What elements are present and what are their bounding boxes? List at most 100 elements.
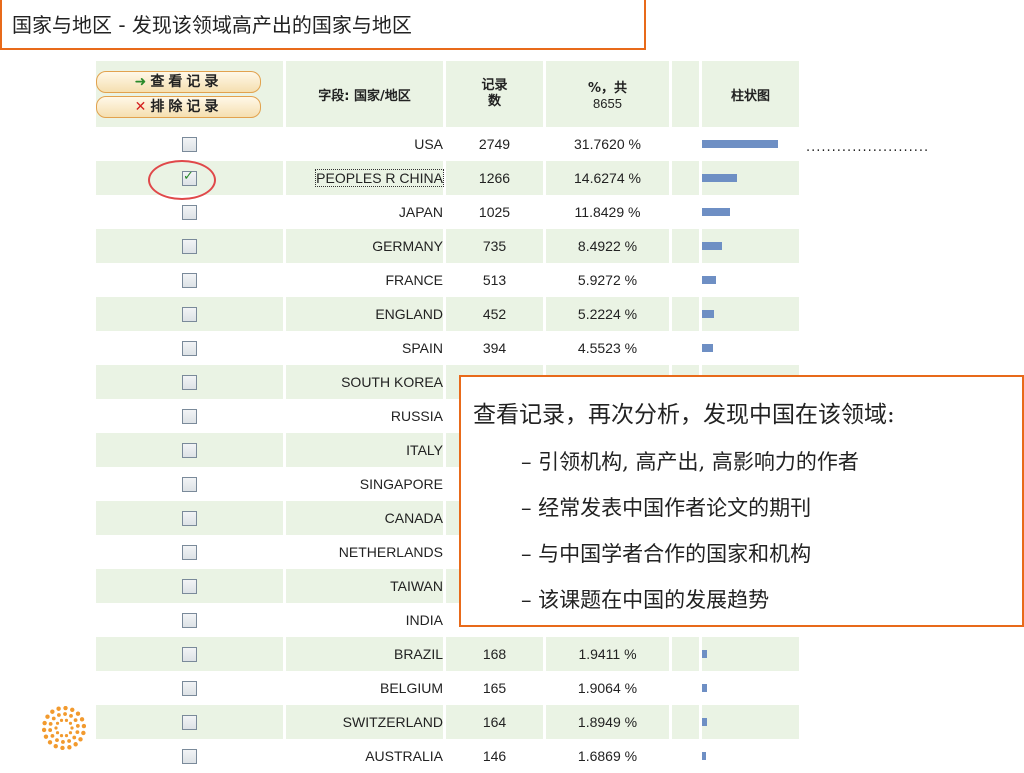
- record-percent: 5.9272 %: [546, 263, 672, 297]
- record-percent: 8.4922 %: [546, 229, 672, 263]
- exclude-records-button[interactable]: ✕ 排除记录: [96, 95, 261, 118]
- column-header-spacer: [672, 61, 702, 127]
- country-cell: SINGAPORE: [286, 467, 446, 501]
- record-percent: 1.9064 %: [546, 671, 672, 705]
- row-checkbox-cell: [96, 467, 286, 501]
- country-cell: SWITZERLAND: [286, 705, 446, 739]
- share-bar: [702, 242, 722, 250]
- logo-dot: [50, 733, 55, 738]
- spacer-cell: [672, 297, 702, 331]
- record-count: 168: [446, 637, 546, 671]
- row-checkbox[interactable]: [182, 544, 197, 560]
- logo-dot: [81, 730, 86, 736]
- share-bar: [702, 276, 716, 284]
- share-bar: [702, 650, 707, 658]
- column-header-percent[interactable]: %，共 8655: [546, 61, 672, 127]
- spacer-cell: [672, 161, 702, 195]
- bar-cell: [702, 637, 802, 671]
- country-cell: ITALY: [286, 433, 446, 467]
- table-row: USA 2749 31.7620 %: [96, 127, 802, 161]
- row-checkbox[interactable]: [182, 408, 197, 424]
- table-row: JAPAN 1025 11.8429 %: [96, 195, 802, 229]
- table-row: BRAZIL 168 1.9411 %: [96, 637, 802, 671]
- country-cell: BRAZIL: [286, 637, 446, 671]
- logo-dot: [68, 731, 73, 735]
- record-percent: 1.8949 %: [546, 705, 672, 739]
- callout-item: – 与中国学者合作的国家和机构: [521, 542, 812, 566]
- country-name: ITALY: [406, 442, 443, 458]
- row-checkbox-cell: [96, 433, 286, 467]
- row-checkbox[interactable]: [182, 136, 197, 152]
- logo-dot: [47, 740, 53, 745]
- column-header-field[interactable]: 字段: 国家/地区: [286, 61, 446, 127]
- leader-dots: ........................: [806, 140, 930, 155]
- row-checkbox[interactable]: [182, 442, 197, 458]
- view-records-label: 查看记录: [150, 73, 223, 90]
- record-count: 513: [446, 263, 546, 297]
- record-count: 1025: [446, 195, 546, 229]
- row-checkbox[interactable]: [182, 306, 197, 322]
- logo-dot: [61, 740, 65, 744]
- share-bar: [702, 174, 737, 182]
- logo-dot: [79, 717, 85, 722]
- country-cell: SPAIN: [286, 331, 446, 365]
- country-cell: FRANCE: [286, 263, 446, 297]
- spacer-cell: [672, 705, 702, 739]
- logo-dot: [73, 742, 78, 747]
- row-checkbox-cell: [96, 263, 286, 297]
- row-checkbox[interactable]: [182, 374, 197, 390]
- row-checkbox-cell: [96, 127, 286, 161]
- logo-dot: [70, 726, 74, 730]
- view-records-button[interactable]: ➜ 查看记录: [96, 70, 261, 93]
- country-name: TAIWAN: [390, 578, 443, 594]
- row-checkbox[interactable]: [182, 578, 197, 594]
- country-name: SOUTH KOREA: [341, 374, 443, 390]
- logo-dot: [68, 721, 73, 725]
- table-row: BELGIUM 165 1.9064 %: [96, 671, 802, 705]
- row-checkbox-cell: [96, 569, 286, 603]
- row-checkbox-cell: [96, 637, 286, 671]
- row-checkbox-cell: [96, 501, 286, 535]
- row-checkbox[interactable]: [182, 510, 197, 526]
- record-percent: 1.9411 %: [546, 637, 672, 671]
- row-checkbox[interactable]: [182, 680, 197, 696]
- row-checkbox[interactable]: [182, 238, 197, 254]
- row-checkbox[interactable]: [182, 204, 197, 220]
- country-cell: BELGIUM: [286, 671, 446, 705]
- logo-dot: [55, 721, 60, 725]
- row-checkbox[interactable]: [182, 476, 197, 492]
- row-checkbox-cell: [96, 229, 286, 263]
- logo-dot: [67, 745, 72, 750]
- country-cell: GERMANY: [286, 229, 446, 263]
- logo-dot: [73, 718, 78, 723]
- logo-dot: [60, 745, 65, 750]
- logo-dot: [55, 738, 59, 743]
- logo-dot: [63, 706, 68, 711]
- share-bar: [702, 684, 707, 692]
- company-logo: [42, 706, 86, 750]
- row-checkbox[interactable]: [182, 646, 197, 662]
- country-name: PEOPLES R CHINA: [315, 169, 444, 187]
- logo-dot: [67, 739, 72, 743]
- row-checkbox[interactable]: [182, 340, 197, 356]
- country-name: BRAZIL: [393, 646, 443, 662]
- spacer-cell: [672, 637, 702, 671]
- row-checkbox[interactable]: [182, 748, 197, 764]
- row-checkbox[interactable]: [182, 272, 197, 288]
- table-row: FRANCE 513 5.9272 %: [96, 263, 802, 297]
- country-name: JAPAN: [398, 204, 443, 220]
- country-name: USA: [414, 136, 443, 152]
- share-bar: [702, 344, 713, 352]
- column-header-count[interactable]: 记录数: [446, 61, 546, 127]
- bar-cell: [702, 705, 802, 739]
- row-checkbox[interactable]: [182, 612, 197, 628]
- row-checkbox[interactable]: [182, 714, 197, 730]
- callout-list: – 引领机构, 高产出, 高影响力的作者 – 经常发表中国作者论文的期刊 – 与…: [521, 439, 859, 623]
- country-cell: JAPAN: [286, 195, 446, 229]
- country-cell: SOUTH KOREA: [286, 365, 446, 399]
- record-count: 452: [446, 297, 546, 331]
- logo-dot: [63, 712, 67, 716]
- record-percent: 11.8429 %: [546, 195, 672, 229]
- spacer-cell: [672, 195, 702, 229]
- row-checkbox-cell: [96, 297, 286, 331]
